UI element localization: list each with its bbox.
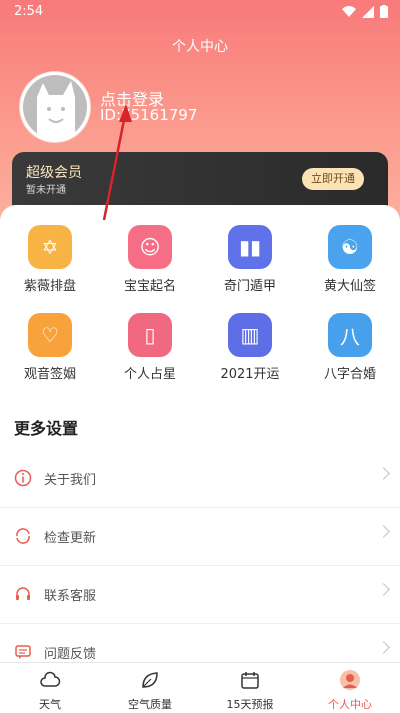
heart-icon: ♡ [28,313,72,357]
tab-weather[interactable]: 天气 [0,663,100,713]
profile-header: 2:54 个人中心 点击登录 ID:75161797 超级会员 暂未开通 立即开… [0,0,400,240]
battery-icon [380,5,388,18]
yin-yang-icon: ☯ [328,225,372,269]
baby-face-icon: ☺ [128,225,172,269]
feedback-icon [15,645,31,659]
bottom-tab-bar: 天气 空气质量 15天预报 个人中心 [0,662,400,713]
vip-open-button[interactable]: 立即开通 [302,168,364,190]
star-of-david-icon: ✡ [28,225,72,269]
tab-air-quality[interactable]: 空气质量 [100,663,200,713]
avatar[interactable] [20,72,90,142]
feature-ziwei[interactable]: ✡ 紫薇排盘 [0,225,100,294]
person-icon [340,670,360,690]
signal-icon [362,5,374,18]
leaf-icon [142,672,158,688]
info-icon [14,469,32,487]
feature-qimen[interactable]: ▮▮ 奇门遁甲 [200,225,300,294]
tab-15-day-forecast[interactable]: 15天预报 [200,663,300,713]
chevron-right-icon [377,583,390,596]
settings-contact-support[interactable]: 联系客服 [0,567,400,624]
book-icon: ▮▮ [228,225,272,269]
feature-huangdaxian[interactable]: ☯ 黄大仙签 [300,225,400,294]
vip-status: 暂未开通 [26,185,66,196]
user-id: ID:75161797 [100,106,198,124]
content-panel: ✡ 紫薇排盘 ☺ 宝宝起名 ▮▮ 奇门遁甲 ☯ 黄大仙签 ♡ 观音签姻 ▯ 个人… [0,205,400,682]
status-bar: 2:54 [0,0,400,24]
vip-card[interactable]: 超级会员 暂未开通 立即开通 [12,152,388,212]
chevron-right-icon [377,525,390,538]
refresh-icon [16,528,30,544]
headset-icon [16,587,30,600]
page-title: 个人中心 [172,39,228,55]
panel-icon: ▥ [228,313,272,357]
calendar-icon [241,672,259,689]
cloud-icon [40,671,61,687]
more-settings-heading: 更多设置 [14,419,79,438]
wifi-icon [342,5,356,17]
feature-guanyin[interactable]: ♡ 观音签姻 [0,313,100,382]
feature-baby-name[interactable]: ☺ 宝宝起名 [100,225,200,294]
settings-about[interactable]: 关于我们 [0,451,400,508]
status-time: 2:54 [14,4,44,19]
card-icon: ▯ [128,313,172,357]
chevron-right-icon [377,641,390,654]
tab-personal-center[interactable]: 个人中心 [300,663,400,713]
feature-bazi[interactable]: 八 八字合婚 [300,313,400,382]
feature-astrology[interactable]: ▯ 个人占星 [100,313,200,382]
chevron-right-icon [377,467,390,480]
settings-check-update[interactable]: 检查更新 [0,509,400,566]
default-avatar-icon [23,75,87,139]
feature-2021-fortune[interactable]: ▥ 2021开运 [200,313,300,382]
vip-title: 超级会员 [26,165,82,181]
bazi-icon: 八 [328,313,372,357]
